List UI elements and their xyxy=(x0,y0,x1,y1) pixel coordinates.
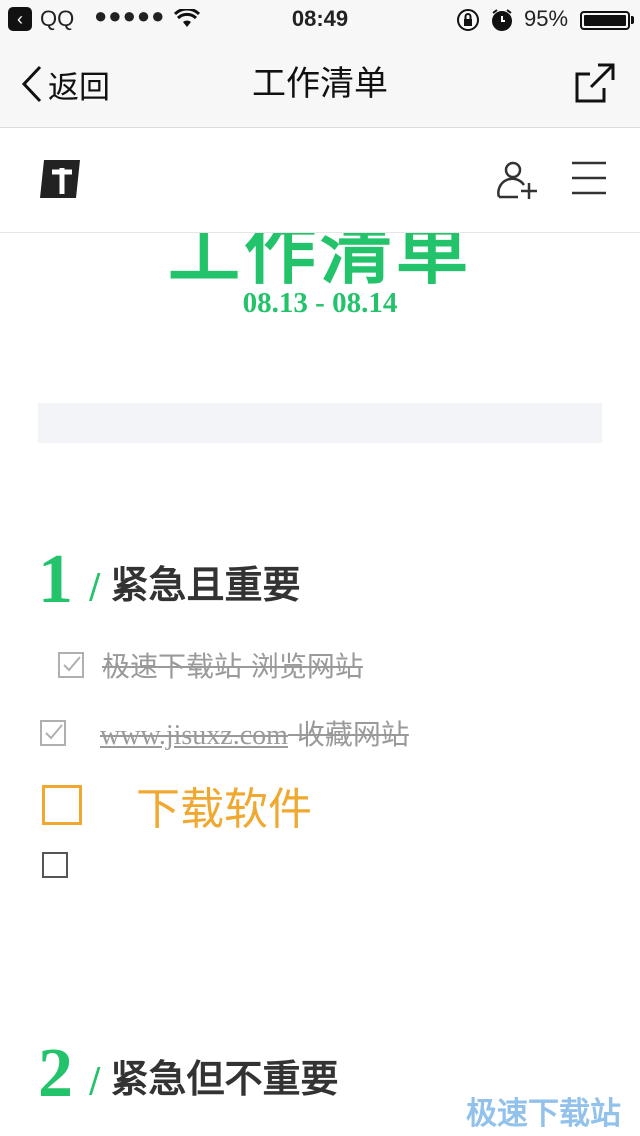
nav-bar: 返回 工作清单 xyxy=(0,40,640,128)
task-item[interactable]: 下载软件 xyxy=(42,773,312,837)
section-heading: 2 / 紧急但不重要 xyxy=(38,1039,338,1109)
battery-icon xyxy=(580,11,630,30)
battery-tip xyxy=(631,16,634,24)
back-button-label: 返回 xyxy=(48,69,110,105)
task-text: 极速下载站 浏览网站 xyxy=(102,650,363,683)
task-item[interactable] xyxy=(42,852,86,878)
task-item[interactable]: 极速下载站 浏览网站 xyxy=(58,645,363,685)
orientation-lock-icon xyxy=(456,8,480,37)
date-range: 08.13 - 08.14 xyxy=(242,287,398,319)
task-link[interactable]: www.jisuxz.com xyxy=(100,720,288,751)
divider-band xyxy=(38,403,602,443)
app-logo-icon[interactable] xyxy=(38,158,82,204)
task-text: 收藏网站 xyxy=(287,718,409,751)
checkbox-unchecked-icon[interactable] xyxy=(42,852,68,878)
watermark: 极速下载站 xyxy=(466,1096,621,1132)
doc-toolbar xyxy=(0,128,640,233)
checkbox-unchecked-icon[interactable] xyxy=(42,785,82,825)
section-number: 1 xyxy=(38,541,73,618)
menu-icon[interactable] xyxy=(570,159,608,201)
section-slash: / xyxy=(89,1061,101,1101)
task-text: 下载软件 xyxy=(136,784,312,835)
checkbox-checked-icon[interactable] xyxy=(40,720,66,746)
alarm-icon xyxy=(490,8,514,37)
section-slash: / xyxy=(89,567,101,607)
chevron-left-icon xyxy=(21,65,42,103)
battery-percent: 95% xyxy=(524,6,569,31)
add-collaborator-icon[interactable] xyxy=(496,159,538,205)
section-number: 2 xyxy=(38,1035,73,1112)
status-bar: ‹ QQ ●●●●● 08:49 95% xyxy=(0,0,640,40)
checkbox-checked-icon[interactable] xyxy=(58,652,84,678)
section-title: 紧急且重要 xyxy=(110,563,301,607)
share-external-icon[interactable] xyxy=(574,62,616,109)
section-heading: 1 / 紧急且重要 xyxy=(38,545,300,615)
task-item[interactable]: www.jisuxz.com 收藏网站 xyxy=(40,713,409,753)
section-title: 紧急但不重要 xyxy=(110,1057,339,1101)
back-button[interactable]: 返回 xyxy=(20,62,110,106)
document-content: 工作清单 08.13 - 08.14 1 / 紧急且重要 极速下载站 浏览网站 … xyxy=(0,233,640,1136)
